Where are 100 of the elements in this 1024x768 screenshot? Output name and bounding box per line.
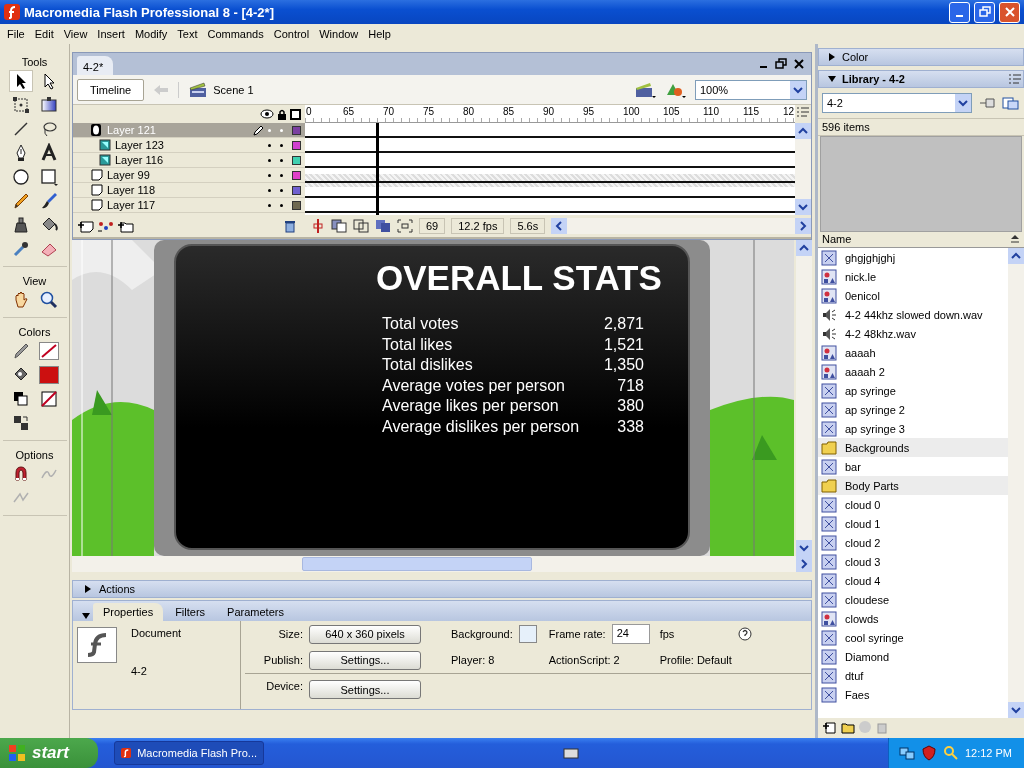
panel-tab[interactable]: Filters <box>165 603 216 621</box>
new-folder-icon[interactable] <box>839 720 855 734</box>
menu-item[interactable]: Text <box>172 28 203 40</box>
close-icon[interactable] <box>793 58 805 70</box>
new-symbol-icon[interactable] <box>822 720 836 734</box>
onion-markers-icon[interactable] <box>397 219 413 233</box>
timeline-button[interactable]: Timeline <box>77 78 145 101</box>
menu-item[interactable]: Modify <box>129 28 173 40</box>
scrollbar[interactable] <box>795 123 811 215</box>
zoom-dropdown[interactable]: 100% <box>695 79 807 100</box>
edit-multiple-frames-icon[interactable] <box>375 219 391 233</box>
sort-icon[interactable] <box>1010 233 1020 245</box>
library-item[interactable]: Diamond <box>818 647 1008 666</box>
color-panel-bar[interactable]: Color <box>818 48 1024 66</box>
outline-color-swatch[interactable] <box>292 155 301 165</box>
menu-item[interactable]: Control <box>268 28 315 40</box>
collapse-arrow-icon[interactable] <box>81 611 91 621</box>
layer-row[interactable]: Layer 117 <box>73 198 305 213</box>
library-item[interactable]: aaaah 2 <box>818 362 1008 381</box>
free-transform-icon[interactable] <box>10 95 31 115</box>
keyboard-icon[interactable] <box>562 747 579 759</box>
library-item[interactable]: ap syringe 3 <box>818 419 1008 438</box>
library-item[interactable]: cool syringe <box>818 628 1008 647</box>
outline-color-swatch[interactable] <box>292 170 301 180</box>
network-icon[interactable] <box>898 745 915 761</box>
document-tab[interactable]: 4-2* <box>77 56 114 75</box>
visibility-dot[interactable] <box>268 143 271 147</box>
library-item[interactable]: nick.le <box>818 267 1008 286</box>
library-item[interactable]: ghgjghjghj <box>818 248 1008 267</box>
layer-row[interactable]: Layer 118 <box>73 183 305 198</box>
collapse-arrow-icon[interactable] <box>83 584 93 594</box>
restore-icon[interactable] <box>775 58 787 70</box>
library-item[interactable]: cloudese <box>818 590 1008 609</box>
onion-skin-icon[interactable] <box>331 219 347 233</box>
layer-row[interactable]: Layer 123 <box>73 138 305 153</box>
library-item[interactable]: Faes <box>818 685 1008 704</box>
library-item[interactable]: cloud 2 <box>818 533 1008 552</box>
visibility-dot[interactable] <box>268 173 271 177</box>
menu-item[interactable]: View <box>58 28 93 40</box>
library-item[interactable]: cloud 3 <box>818 552 1008 571</box>
library-item[interactable]: aaaah <box>818 343 1008 362</box>
eye-icon[interactable] <box>260 109 274 119</box>
lock-dot[interactable] <box>280 203 283 207</box>
collapse-arrow-icon[interactable] <box>827 52 837 62</box>
library-dropdown[interactable]: 4-2 <box>822 93 972 113</box>
library-item[interactable]: clowds <box>818 609 1008 628</box>
gradient-transform-icon[interactable] <box>38 95 59 115</box>
visibility-dot[interactable] <box>268 203 271 207</box>
menu-item[interactable]: Help <box>363 28 396 40</box>
library-item[interactable]: cloud 1 <box>818 514 1008 533</box>
no-color-icon[interactable] <box>38 389 59 409</box>
visibility-dot[interactable] <box>268 188 271 192</box>
pin-icon[interactable] <box>978 96 996 110</box>
scrollbar[interactable] <box>796 240 812 556</box>
lock-icon[interactable] <box>277 108 287 120</box>
outline-color-swatch[interactable] <box>292 140 301 150</box>
lock-dot[interactable] <box>280 173 283 177</box>
outline-color-swatch[interactable] <box>292 185 301 195</box>
stroke-color-swatch[interactable] <box>36 340 61 362</box>
frame-rate-field[interactable]: 24 <box>611 624 650 644</box>
library-item[interactable]: 0enicol <box>818 286 1008 305</box>
library-item[interactable]: Body Parts <box>818 476 1008 495</box>
options-menu-icon[interactable] <box>1007 72 1023 86</box>
lock-dot[interactable] <box>280 188 283 192</box>
scrollbar[interactable] <box>551 218 811 234</box>
column-header[interactable]: Name <box>822 233 852 246</box>
size-button[interactable]: 640 x 360 pixels <box>309 624 421 644</box>
new-library-icon[interactable] <box>1002 96 1020 110</box>
menu-item[interactable]: Commands <box>202 28 269 40</box>
options-menu-icon[interactable] <box>795 105 811 119</box>
actions-panel-bar[interactable]: Actions <box>72 580 812 598</box>
visibility-dot[interactable] <box>268 128 271 132</box>
menu-item[interactable]: Insert <box>92 28 130 40</box>
shield-icon[interactable] <box>920 745 937 761</box>
library-panel-bar[interactable]: Library - 4-2 <box>818 70 1024 88</box>
outline-color-swatch[interactable] <box>292 200 301 210</box>
panel-tab[interactable]: Parameters <box>217 603 294 621</box>
add-folder-icon[interactable] <box>117 219 135 233</box>
library-item[interactable]: cloud 0 <box>818 495 1008 514</box>
scrollbar[interactable] <box>1008 248 1024 718</box>
library-item[interactable]: ap syringe 2 <box>818 400 1008 419</box>
taskbar-button[interactable]: Macromedia Flash Pro... <box>114 741 264 765</box>
library-item[interactable]: ap syringe <box>818 381 1008 400</box>
edit-scene-icon[interactable] <box>635 80 657 99</box>
collapse-arrow-icon[interactable] <box>827 74 837 84</box>
panel-tab[interactable]: Properties <box>93 603 164 621</box>
library-item[interactable]: bar <box>818 457 1008 476</box>
menu-item[interactable]: Edit <box>29 28 59 40</box>
outline-icon[interactable] <box>290 108 301 120</box>
library-item[interactable]: Backgrounds <box>818 438 1008 457</box>
visibility-dot[interactable] <box>268 158 271 162</box>
center-frame-icon[interactable] <box>311 218 325 234</box>
library-item[interactable]: dtuf <box>818 666 1008 685</box>
background-color-swatch[interactable] <box>518 625 537 643</box>
oval-icon[interactable] <box>10 167 31 187</box>
help-icon[interactable] <box>737 627 752 641</box>
settings-button[interactable]: Settings... <box>309 650 421 670</box>
settings-button[interactable]: Settings... <box>309 680 421 699</box>
menu-item[interactable]: Window <box>314 28 364 40</box>
layer-row[interactable]: Layer 99 <box>73 168 305 183</box>
